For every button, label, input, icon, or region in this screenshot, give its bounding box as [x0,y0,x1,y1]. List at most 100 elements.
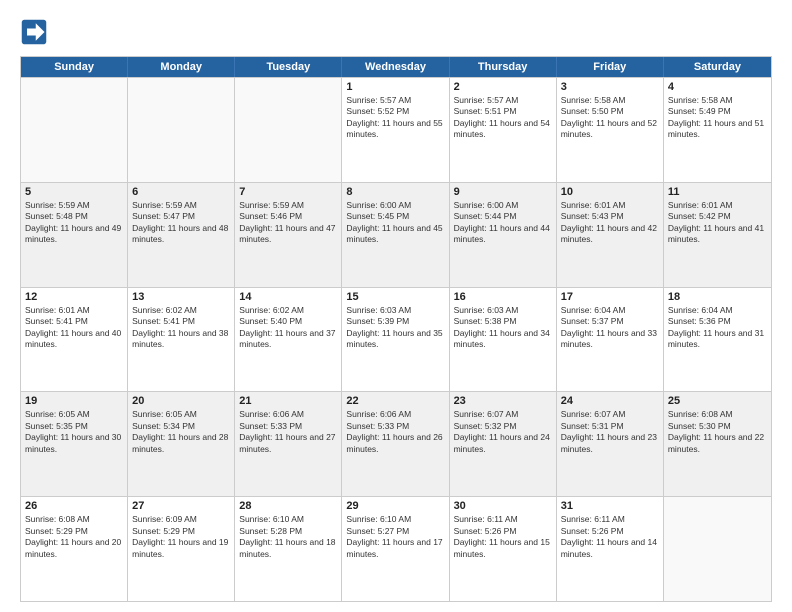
day-info-line: Sunset: 5:41 PM [132,316,230,327]
day-info-line: Sunrise: 5:58 AM [668,95,767,106]
day-info-line: Sunset: 5:31 PM [561,421,659,432]
day-number: 22 [346,395,444,407]
day-info-line: Sunset: 5:36 PM [668,316,767,327]
day-info-line: Sunrise: 5:59 AM [25,200,123,211]
day-cell-11: 11Sunrise: 6:01 AMSunset: 5:42 PMDayligh… [664,183,771,287]
day-info-line: Sunrise: 6:05 AM [25,409,123,420]
day-header-friday: Friday [557,57,664,77]
day-number: 1 [346,81,444,93]
day-info-line: Sunrise: 6:01 AM [668,200,767,211]
day-number: 14 [239,291,337,303]
day-info-line: Daylight: 11 hours and 44 minutes. [454,223,552,246]
day-header-monday: Monday [128,57,235,77]
day-number: 4 [668,81,767,93]
calendar-week-5: 26Sunrise: 6:08 AMSunset: 5:29 PMDayligh… [21,496,771,601]
day-info-line: Sunrise: 6:03 AM [454,305,552,316]
day-info-line: Sunrise: 6:10 AM [239,514,337,525]
day-cell-5: 5Sunrise: 5:59 AMSunset: 5:48 PMDaylight… [21,183,128,287]
day-info-line: Daylight: 11 hours and 40 minutes. [25,328,123,351]
day-info-line: Daylight: 11 hours and 42 minutes. [561,223,659,246]
calendar-page: SundayMondayTuesdayWednesdayThursdayFrid… [0,0,792,612]
day-number: 9 [454,186,552,198]
day-number: 10 [561,186,659,198]
day-info-line: Sunrise: 5:59 AM [239,200,337,211]
day-info-line: Sunset: 5:41 PM [25,316,123,327]
day-cell-24: 24 Sunrise: 6:07 AMSunset: 5:31 PMDayligh… [557,392,664,496]
day-info-line: Daylight: 11 hours and 33 minutes. [561,328,659,351]
day-info-line: Daylight: 11 hours and 19 minutes. [132,537,230,560]
day-number: 24 [561,395,659,407]
day-header-tuesday: Tuesday [235,57,342,77]
day-info-line: Sunset: 5:49 PM [668,106,767,117]
day-info-line: Sunset: 5:48 PM [25,211,123,222]
day-info-line: Sunset: 5:26 PM [561,526,659,537]
logo-icon [20,18,48,46]
day-info-line: Daylight: 11 hours and 26 minutes. [346,432,444,455]
day-info-line: Sunrise: 6:06 AM [346,409,444,420]
day-info-line: Daylight: 11 hours and 28 minutes. [132,432,230,455]
day-cell-18: 18Sunrise: 6:04 AMSunset: 5:36 PMDayligh… [664,288,771,392]
day-number: 28 [239,500,337,512]
day-info-line: Daylight: 11 hours and 54 minutes. [454,118,552,141]
logo [20,18,52,46]
day-number: 16 [454,291,552,303]
day-info-line: Sunset: 5:43 PM [561,211,659,222]
day-cell-6: 6Sunrise: 5:59 AMSunset: 5:47 PMDaylight… [128,183,235,287]
day-info-line: Daylight: 11 hours and 27 minutes. [239,432,337,455]
day-header-thursday: Thursday [450,57,557,77]
day-number: 21 [239,395,337,407]
day-info-line: Daylight: 11 hours and 47 minutes. [239,223,337,246]
day-info-line: Daylight: 11 hours and 51 minutes. [668,118,767,141]
day-number: 19 [25,395,123,407]
day-info-line: Sunset: 5:28 PM [239,526,337,537]
day-header-sunday: Sunday [21,57,128,77]
day-info-line: Sunrise: 6:07 AM [561,409,659,420]
day-info-line: Sunset: 5:33 PM [346,421,444,432]
day-info-line: Sunset: 5:38 PM [454,316,552,327]
day-info-line: Sunset: 5:33 PM [239,421,337,432]
day-number: 29 [346,500,444,512]
day-info-line: Daylight: 11 hours and 15 minutes. [454,537,552,560]
day-info-line: Sunset: 5:37 PM [561,316,659,327]
day-number: 17 [561,291,659,303]
day-info-line: Sunset: 5:45 PM [346,211,444,222]
day-info-line: Sunset: 5:46 PM [239,211,337,222]
day-info-line: Sunrise: 5:57 AM [454,95,552,106]
day-info-line: Sunrise: 6:10 AM [346,514,444,525]
day-info-line: Sunrise: 6:04 AM [668,305,767,316]
day-info-line: Sunset: 5:44 PM [454,211,552,222]
day-info-line: Sunset: 5:30 PM [668,421,767,432]
day-info-line: Daylight: 11 hours and 23 minutes. [561,432,659,455]
day-cell-23: 23Sunrise: 6:07 AMSunset: 5:32 PMDayligh… [450,392,557,496]
day-info-line: Sunrise: 6:01 AM [25,305,123,316]
day-info-line: Sunrise: 6:02 AM [239,305,337,316]
day-cell-9: 9Sunrise: 6:00 AMSunset: 5:44 PMDaylight… [450,183,557,287]
day-number: 25 [668,395,767,407]
day-info-line: Daylight: 11 hours and 17 minutes. [346,537,444,560]
day-info-line: Sunrise: 5:57 AM [346,95,444,106]
calendar-week-3: 12Sunrise: 6:01 AMSunset: 5:41 PMDayligh… [21,287,771,392]
day-number: 13 [132,291,230,303]
day-number: 8 [346,186,444,198]
calendar-week-4: 19Sunrise: 6:05 AMSunset: 5:35 PMDayligh… [21,391,771,496]
day-info-line: Sunset: 5:34 PM [132,421,230,432]
day-info-line: Daylight: 11 hours and 14 minutes. [561,537,659,560]
day-number: 11 [668,186,767,198]
day-number: 30 [454,500,552,512]
day-info-line: Sunset: 5:50 PM [561,106,659,117]
day-info-line: Sunset: 5:29 PM [132,526,230,537]
day-info-line: Daylight: 11 hours and 52 minutes. [561,118,659,141]
day-info-line: Daylight: 11 hours and 24 minutes. [454,432,552,455]
day-number: 23 [454,395,552,407]
day-cell-17: 17Sunrise: 6:04 AMSunset: 5:37 PMDayligh… [557,288,664,392]
day-info-line: Sunset: 5:52 PM [346,106,444,117]
day-info-line: Sunrise: 6:08 AM [668,409,767,420]
day-number: 31 [561,500,659,512]
day-info-line: Daylight: 11 hours and 20 minutes. [25,537,123,560]
day-number: 6 [132,186,230,198]
day-cell-27: 27Sunrise: 6:09 AMSunset: 5:29 PMDayligh… [128,497,235,601]
day-info-line: Sunset: 5:42 PM [668,211,767,222]
day-info-line: Daylight: 11 hours and 45 minutes. [346,223,444,246]
day-cell-22: 22 Sunrise: 6:06 AMSunset: 5:33 PMDayligh… [342,392,449,496]
calendar-week-1: 1Sunrise: 5:57 AMSunset: 5:52 PMDaylight… [21,77,771,182]
